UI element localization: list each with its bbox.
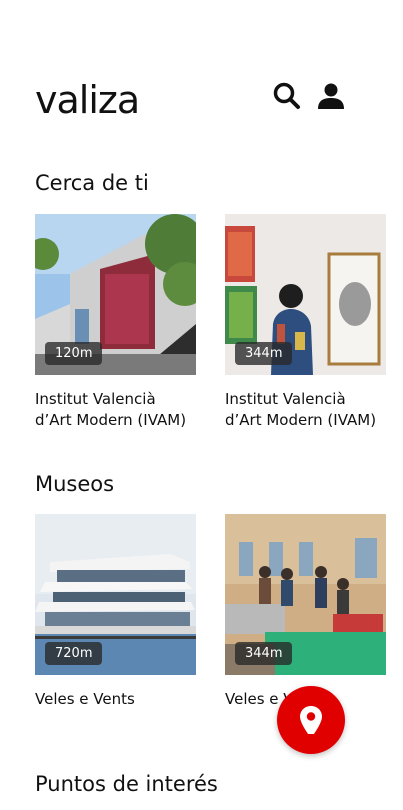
place-card[interactable]: 344m Institut Valencià d’Art Modern (IVA…: [225, 214, 386, 431]
distance-badge: 720m: [45, 642, 103, 665]
map-pin-icon: [299, 702, 323, 738]
place-name: Veles e Vents: [35, 690, 135, 708]
place-image: 344m: [225, 214, 386, 375]
place-image: 344m: [225, 514, 386, 675]
place-name: Institut Valencià d’Art Modern (IVAM): [225, 390, 377, 429]
place-name: Institut Valencià d’Art Modern (IVAM): [35, 390, 187, 429]
place-card[interactable]: 120m Institut Valencià d’Art Modern (IVA…: [35, 214, 196, 431]
distance-badge: 344m: [235, 642, 293, 665]
section-title-museums: Museos: [35, 472, 115, 496]
distance-badge: 120m: [45, 342, 103, 365]
place-image: 120m: [35, 214, 196, 375]
section-title-points-of-interest: Puntos de interés: [35, 772, 218, 796]
section-title-nearby: Cerca de ti: [35, 171, 149, 195]
museums-carousel[interactable]: 720m Veles e Vents 344m Veles e Vents: [35, 514, 403, 754]
user-icon[interactable]: [315, 80, 347, 112]
place-card[interactable]: 720m Veles e Vents: [35, 514, 196, 710]
app-header: valiza: [35, 72, 365, 122]
nearby-carousel[interactable]: 120m Institut Valencià d’Art Modern (IVA…: [35, 214, 403, 454]
place-card[interactable]: 344m Veles e Vents: [225, 514, 386, 710]
map-fab-button[interactable]: [277, 686, 345, 754]
search-icon[interactable]: [271, 80, 303, 112]
place-image: 720m: [35, 514, 196, 675]
distance-badge: 344m: [235, 342, 293, 365]
app-logo: valiza: [35, 78, 140, 122]
